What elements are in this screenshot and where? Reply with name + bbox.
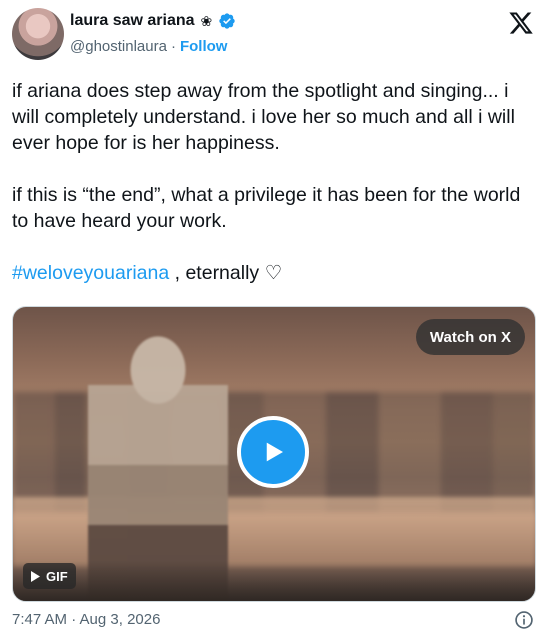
play-button[interactable] xyxy=(237,416,309,488)
timestamp[interactable]: 7:47 AM · Aug 3, 2026 xyxy=(12,611,160,628)
tweet-card: laura saw ariana ❀ @ghostinlaura · Follo… xyxy=(0,0,550,640)
flower-emoji-icon: ❀ xyxy=(200,13,213,29)
x-logo-icon[interactable] xyxy=(508,10,534,36)
handle-row: @ghostinlaura · Follow xyxy=(70,38,227,55)
avatar[interactable] xyxy=(12,8,64,60)
verified-badge-icon xyxy=(219,13,235,29)
tweet-paragraph-3: #weloveyouariana , eternally ♡ xyxy=(12,260,532,286)
separator-dot: · xyxy=(170,38,176,55)
gif-badge[interactable]: GIF xyxy=(23,563,76,589)
hashtag-link[interactable]: #weloveyouariana xyxy=(12,262,169,284)
tweet-paragraph-1: if ariana does step away from the spotli… xyxy=(12,80,515,154)
small-play-icon xyxy=(31,570,40,582)
gif-label: GIF xyxy=(46,568,68,584)
play-icon xyxy=(266,442,283,462)
tweet-text: if ariana does step away from the spotli… xyxy=(12,78,532,286)
display-name[interactable]: laura saw ariana xyxy=(70,12,195,30)
author-name-row: laura saw ariana ❀ xyxy=(70,12,236,30)
foreground-grass xyxy=(13,561,535,601)
handle[interactable]: @ghostinlaura xyxy=(70,38,167,55)
watch-on-x-button[interactable]: Watch on X xyxy=(415,319,525,355)
info-icon[interactable] xyxy=(514,610,534,630)
media-gif[interactable]: Watch on X GIF xyxy=(12,306,536,602)
tweet-paragraph-2: if this is “the end”, what a privilege i… xyxy=(12,184,521,232)
follow-button[interactable]: Follow xyxy=(180,38,228,55)
tweet-paragraph-3-rest: , eternally ♡ xyxy=(169,262,283,284)
